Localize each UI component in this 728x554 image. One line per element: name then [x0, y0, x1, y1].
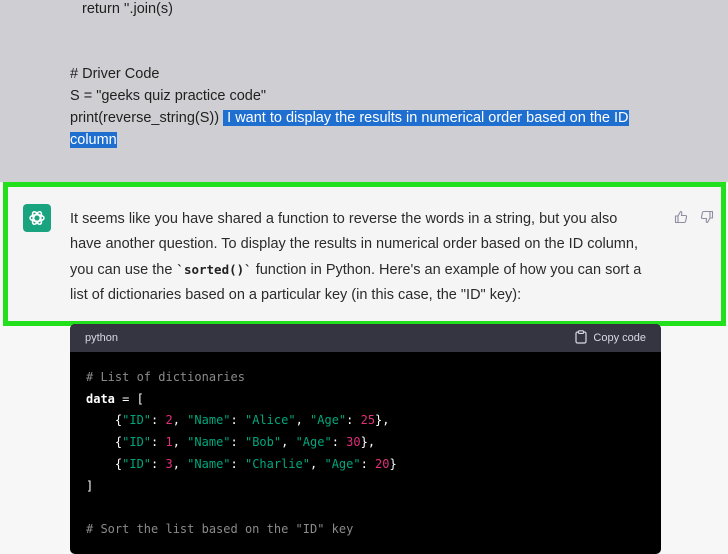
code-line-print: print(reverse_string(S)) I want to displ… — [70, 107, 629, 129]
print-statement: print(reverse_string(S)) — [70, 110, 220, 126]
clipboard-icon — [575, 329, 588, 347]
code-line-row: {"ID": 3, "Name": "Charlie", "Age": 20} — [86, 456, 397, 471]
assistant-response-text: It seems like you have shared a function… — [70, 211, 642, 303]
selected-question-text-continued[interactable]: column — [70, 129, 117, 151]
selected-question-text[interactable]: I want to display the results in numeric… — [223, 110, 629, 126]
user-message: return ''.join(s) # Driver Code S = "gee… — [0, 0, 728, 182]
chatgpt-logo-icon — [23, 204, 51, 232]
copy-code-button[interactable]: Copy code — [575, 329, 646, 347]
inline-code-sorted: `sorted()` — [176, 262, 252, 277]
code-line-data-open: data = [ — [86, 391, 144, 406]
code-line-row: {"ID": 1, "Name": "Bob", "Age": 30}, — [86, 435, 376, 450]
copy-code-label: Copy code — [593, 332, 646, 344]
thumbs-down-icon[interactable] — [699, 209, 715, 225]
assistant-message: It seems like you have shared a function… — [3, 182, 726, 326]
code-line-return: return ''.join(s) — [82, 1, 173, 17]
code-line-row: {"ID": 2, "Name": "Alice", "Age": 25}, — [86, 413, 390, 428]
code-line-close: ] — [86, 478, 94, 493]
code-block: python Copy code # List of dictionaries d… — [70, 324, 661, 554]
code-block-header: python Copy code — [70, 324, 661, 352]
code-comment: # Sort the list based on the "ID" key — [86, 521, 354, 536]
thumbs-up-icon[interactable] — [673, 209, 689, 225]
code-line-assign: S = "geeks quiz practice code" — [70, 88, 267, 104]
code-comment: # List of dictionaries — [86, 370, 245, 384]
code-line-comment: # Driver Code — [70, 66, 160, 82]
code-content: # List of dictionaries data = [ {"ID": 2,… — [70, 352, 661, 541]
code-language-label: python — [85, 332, 119, 344]
